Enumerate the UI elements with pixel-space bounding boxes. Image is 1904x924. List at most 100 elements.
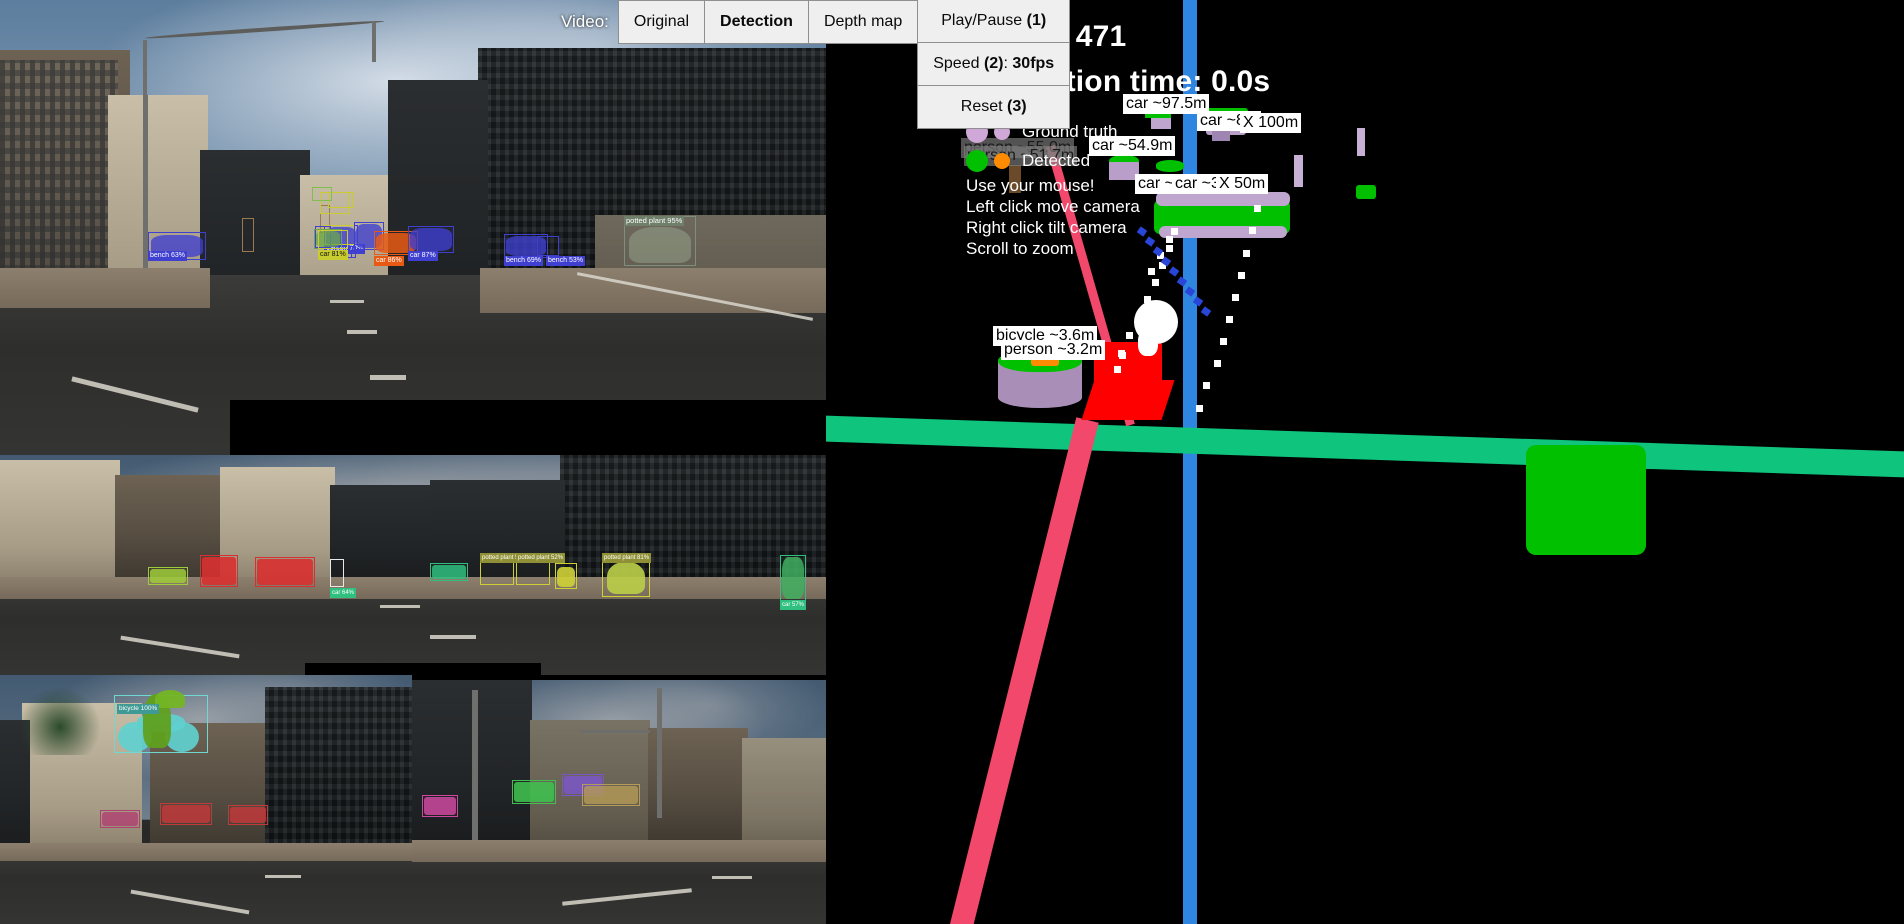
tab-original[interactable]: Original [617, 0, 706, 44]
letterbox-bar [305, 663, 541, 675]
tab-depth-map[interactable]: Depth map [807, 0, 919, 44]
lane-marking [265, 875, 301, 878]
sidewalk [0, 268, 210, 308]
detection-label: car 87% [408, 251, 438, 261]
ground-truth-pole [1294, 155, 1303, 187]
detection-label: bench 69% [504, 256, 544, 266]
detected-green-dot-icon [966, 149, 988, 172]
speed-button[interactable]: Speed (2): 30fps [917, 42, 1071, 86]
street-pole [143, 40, 147, 100]
street-pole [657, 688, 662, 818]
detection-label: bench 53% [546, 256, 586, 266]
video-label: Video: [561, 12, 609, 31]
detection-box: potted plant 81% [602, 553, 652, 597]
detection-label: bench 63% [148, 251, 188, 261]
detection-box [200, 555, 238, 587]
hint-scroll: Scroll to zoom [966, 239, 1074, 258]
detection-box [160, 803, 212, 825]
lane-marking [712, 876, 752, 879]
detection-box: car 81% [318, 230, 348, 260]
app-root: bench 63% person 73% car 81% car 86% car… [0, 0, 1904, 924]
speed-key: (2) [983, 55, 1004, 72]
lane-marking [347, 330, 377, 334]
detection-box [242, 218, 254, 252]
detection-box: potted plant 95% [624, 216, 696, 266]
tab-detection[interactable]: Detection [704, 0, 809, 44]
hint-right-click: Right click tilt camera [966, 218, 1127, 237]
detection-label: car 81% [318, 250, 348, 260]
hint-mouse: Use your mouse! [966, 176, 1095, 195]
detection-label: car 57% [780, 600, 807, 610]
building [0, 460, 120, 585]
detection-box [255, 557, 315, 587]
detection-label: potted plant 81% [602, 553, 652, 563]
detection-box [100, 810, 140, 828]
detected-object-right [1526, 445, 1646, 555]
building [330, 485, 430, 585]
detection-label: car 86% [374, 256, 404, 266]
detected-orange-dot-icon [994, 152, 1010, 169]
video-controls-bar[interactable]: Video: Original Detection Depth map Play… [561, 0, 1071, 129]
lane-marking [380, 605, 420, 608]
reset-label: Reset [960, 98, 1008, 115]
detection-box [430, 563, 468, 581]
tree [20, 685, 100, 755]
legend: Ground truth Detected Use your mouse! Le… [966, 117, 1270, 259]
lane-marking [430, 635, 476, 639]
lane-marking [330, 300, 364, 303]
detection-box [555, 563, 577, 589]
detection-box: car 57% [780, 555, 807, 610]
building [648, 728, 748, 850]
hint-left-click: Left click move camera [966, 197, 1140, 216]
speed-value: 30fps [1012, 55, 1055, 72]
3d-scene-viewport[interactable]: Frame: 471 Simulation time: 0.0s Ground … [826, 0, 1904, 924]
detection-box: potted plant 54% [480, 553, 530, 585]
legend-row-detected: Detected [966, 146, 1270, 175]
detection-box [582, 784, 640, 806]
detection-box [512, 780, 556, 804]
detection-box [148, 567, 188, 585]
video-panel-bottom-right[interactable] [412, 680, 826, 924]
detection-box: bench 63% [148, 232, 206, 261]
sidewalk [412, 840, 826, 862]
reset-button[interactable]: Reset (3) [917, 85, 1071, 129]
detection-box [312, 187, 332, 201]
reset-key: (3) [1007, 98, 1027, 115]
view-mode-tabs[interactable]: Original Detection Depth map [617, 0, 919, 44]
button-row: Original Detection Depth map Play/Pause … [617, 0, 1071, 129]
playback-buttons: Play/Pause (1) Speed (2): 30fps Reset (3… [917, 0, 1071, 129]
sidewalk [0, 843, 412, 861]
ground-truth-pole [1357, 128, 1365, 156]
detection-box: car 87% [408, 226, 454, 261]
street-pole [372, 22, 376, 62]
rider-mask [155, 690, 185, 708]
lane-marking [370, 375, 406, 380]
ego-vehicle-body [1081, 380, 1175, 420]
camera-marker-stem [1138, 330, 1158, 356]
axis-ground-green [826, 415, 1904, 479]
detection-box: potted plant 52% [516, 553, 566, 585]
detection-box-bicycle: bicycle 100% [114, 690, 208, 753]
detection-box [422, 795, 458, 817]
detection-label: potted plant 52% [516, 553, 566, 563]
detection-label: car 64% [330, 588, 357, 598]
detection-box [228, 805, 268, 825]
play-pause-label: Play/Pause [941, 12, 1027, 29]
tag-person-32: person ~3.2m [1001, 340, 1106, 360]
video-panel-middle[interactable]: car 64% potted plant 54% potted plant 52… [0, 455, 826, 675]
sidewalk [0, 577, 826, 599]
building [742, 738, 826, 850]
play-pause-button[interactable]: Play/Pause (1) [917, 0, 1071, 43]
building [265, 687, 412, 855]
ego-ray [940, 417, 1099, 924]
play-pause-key: (1) [1026, 12, 1047, 29]
speed-label: Speed [933, 55, 984, 72]
sidewalk [480, 268, 826, 313]
detection-label: bicycle 100% [117, 704, 160, 714]
detection-label: potted plant 95% [624, 216, 685, 226]
street-light-arm [580, 730, 650, 733]
detection-box: bench 53% [537, 236, 586, 266]
legend-label-detected: Detected [1022, 150, 1091, 170]
video-column: bench 63% person 73% car 81% car 86% car… [0, 0, 826, 924]
detected-object [1356, 185, 1376, 199]
